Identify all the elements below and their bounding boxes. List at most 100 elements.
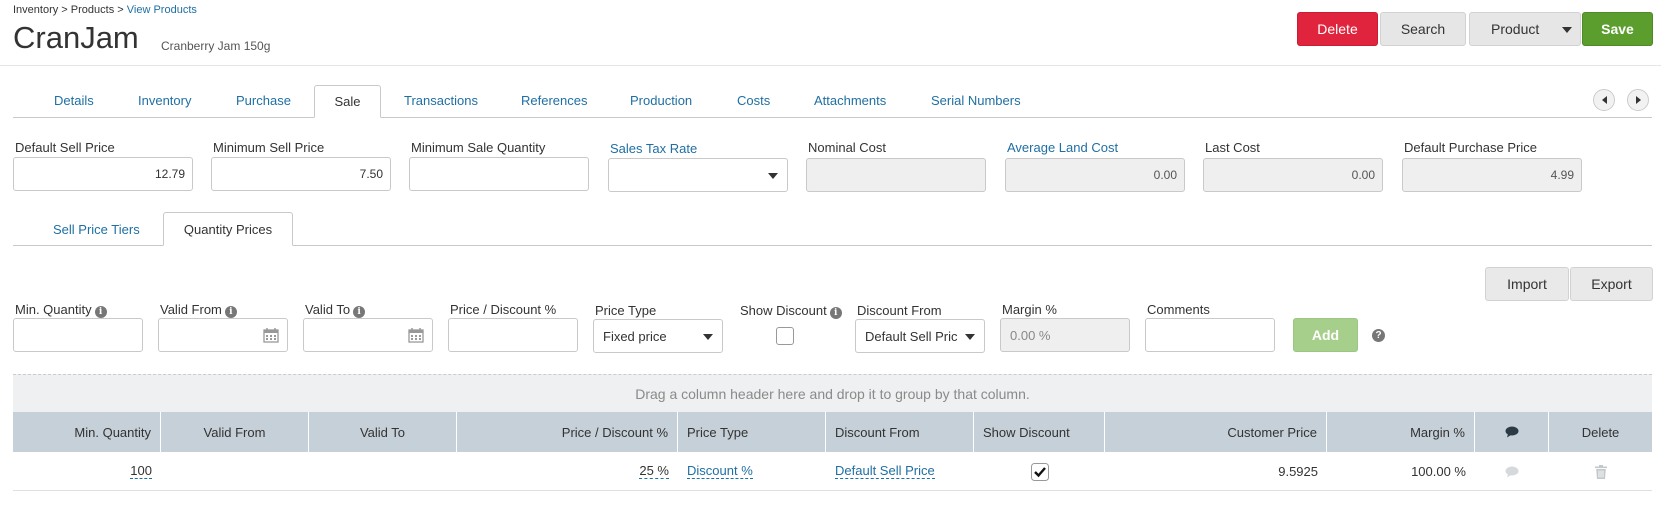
cell-valid-to[interactable] [309, 452, 457, 491]
show-discount-checked-checkbox[interactable] [1030, 462, 1049, 481]
minimum-sell-price-label: Minimum Sell Price [213, 140, 325, 155]
column-header-valid-to[interactable]: Valid To [309, 412, 457, 452]
cell-price-discount-value: 25 % [639, 463, 669, 479]
tabs-scroll-left-button[interactable] [1593, 89, 1615, 111]
tab-production[interactable]: Production [630, 93, 692, 108]
price-discount-label: Price / Discount % [450, 302, 557, 317]
column-header-price-discount[interactable]: Price / Discount % [457, 412, 678, 452]
calendar-icon[interactable] [408, 327, 424, 343]
group-drop-area[interactable]: Drag a column header here and drop it to… [13, 374, 1652, 412]
price-type-label: Price Type [595, 303, 657, 318]
breadcrumb-inventory[interactable]: Inventory [13, 4, 58, 16]
min-quantity-input[interactable] [13, 318, 143, 352]
minimum-sell-price-input[interactable]: 7.50 [211, 157, 391, 191]
discount-from-select[interactable]: Default Sell Pric [855, 319, 985, 353]
tab-transactions[interactable]: Transactions [404, 93, 478, 108]
product-button-label: Product [1491, 21, 1540, 37]
breadcrumb-view-products[interactable]: View Products [127, 4, 197, 16]
tabs-scroll-right-button[interactable] [1627, 89, 1649, 111]
search-button[interactable]: Search [1380, 12, 1466, 46]
default-purchase-price-label: Default Purchase Price [1404, 140, 1537, 155]
column-header-min-quantity[interactable]: Min. Quantity [13, 412, 161, 452]
cell-valid-from[interactable] [161, 452, 309, 491]
nominal-cost-label: Nominal Cost [808, 140, 887, 155]
sales-tax-rate-label[interactable]: Sales Tax Rate [610, 141, 697, 156]
sales-tax-rate-select[interactable] [608, 158, 788, 192]
cell-price-type-value: Discount % [687, 463, 753, 479]
column-header-comments[interactable] [1475, 412, 1549, 452]
column-header-price-type[interactable]: Price Type [678, 412, 826, 452]
add-button[interactable]: Add [1293, 318, 1358, 352]
header-divider [0, 65, 1661, 66]
calendar-icon[interactable] [263, 327, 279, 343]
tab-purchase[interactable]: Purchase [236, 93, 291, 108]
comment-icon[interactable] [1505, 466, 1519, 478]
cell-min-quantity[interactable]: 100 [13, 452, 161, 491]
subtab-sell-price-tiers[interactable]: Sell Price Tiers [53, 222, 140, 237]
tab-inventory[interactable]: Inventory [138, 93, 191, 108]
cell-discount-from[interactable]: Default Sell Price [826, 452, 974, 491]
tab-serial-numbers[interactable]: Serial Numbers [931, 93, 1021, 108]
group-hint-text: Drag a column header here and drop it to… [635, 385, 1030, 402]
default-purchase-price-input: 4.99 [1402, 158, 1582, 192]
tab-sale[interactable]: Sale [314, 85, 381, 118]
tab-costs[interactable]: Costs [737, 93, 770, 108]
column-header-delete[interactable]: Delete [1549, 412, 1652, 452]
show-discount-label: Show Discount i [740, 303, 842, 319]
default-sell-price-input[interactable]: 12.79 [13, 157, 193, 191]
price-discount-input[interactable] [448, 318, 578, 352]
cell-price-type[interactable]: Discount % [678, 452, 826, 491]
min-quantity-label: Min. Quantity i [15, 302, 107, 318]
cell-min-quantity-value: 100 [130, 463, 152, 479]
column-header-valid-from[interactable]: Valid From [161, 412, 309, 452]
minimum-sale-quantity-input[interactable] [409, 157, 589, 191]
breadcrumb-separator: > [58, 4, 71, 16]
show-discount-checkbox[interactable] [776, 327, 794, 345]
info-icon[interactable]: i [829, 307, 842, 319]
chevron-down-icon [768, 173, 778, 179]
info-icon[interactable]: i [353, 306, 366, 318]
grid-header: Min. Quantity Valid From Valid To Price … [13, 412, 1652, 452]
arrow-left-icon [1601, 96, 1607, 104]
price-type-value: Fixed price [603, 329, 667, 344]
tab-attachments[interactable]: Attachments [814, 93, 886, 108]
save-button[interactable]: Save [1582, 12, 1653, 46]
valid-from-input[interactable] [158, 318, 288, 352]
comments-label: Comments [1147, 302, 1210, 317]
trash-icon[interactable] [1594, 464, 1607, 479]
product-dropdown-button[interactable]: Product [1469, 12, 1581, 46]
import-button[interactable]: Import [1485, 267, 1569, 301]
tab-details[interactable]: Details [54, 93, 94, 108]
breadcrumb-products[interactable]: Products [71, 4, 114, 16]
column-header-customer-price[interactable]: Customer Price [1105, 412, 1327, 452]
subtab-quantity-prices[interactable]: Quantity Prices [163, 212, 293, 246]
info-icon[interactable]: i [94, 306, 107, 318]
info-icon[interactable]: i [224, 306, 237, 318]
average-land-cost-label[interactable]: Average Land Cost [1007, 140, 1118, 155]
default-sell-price-label: Default Sell Price [15, 140, 115, 155]
nominal-cost-input [806, 158, 986, 192]
help-icon[interactable]: ? [1372, 329, 1385, 342]
cell-price-discount[interactable]: 25 % [457, 452, 678, 491]
comments-input[interactable] [1145, 318, 1275, 352]
margin-label: Margin % [1002, 302, 1057, 317]
cell-comments[interactable] [1475, 452, 1549, 491]
price-type-select[interactable]: Fixed price [593, 319, 723, 353]
chevron-down-icon [965, 334, 975, 340]
column-header-discount-from[interactable]: Discount From [826, 412, 974, 452]
column-header-show-discount[interactable]: Show Discount [974, 412, 1105, 452]
valid-from-label-text: Valid From [160, 302, 222, 317]
show-discount-label-text: Show Discount [740, 303, 827, 318]
discount-from-label: Discount From [857, 303, 942, 318]
export-button[interactable]: Export [1570, 267, 1653, 301]
cell-show-discount[interactable] [974, 452, 1105, 491]
column-header-margin[interactable]: Margin % [1327, 412, 1475, 452]
margin-placeholder: 0.00 % [1010, 328, 1051, 343]
cell-delete[interactable] [1549, 452, 1652, 491]
delete-button[interactable]: Delete [1297, 12, 1378, 46]
breadcrumb-separator: > [114, 4, 127, 16]
table-row[interactable]: 100 25 % Discount % Default Sell Price 9… [13, 452, 1652, 491]
comment-icon [1505, 426, 1518, 438]
tab-references[interactable]: References [521, 93, 587, 108]
valid-to-input[interactable] [303, 318, 433, 352]
